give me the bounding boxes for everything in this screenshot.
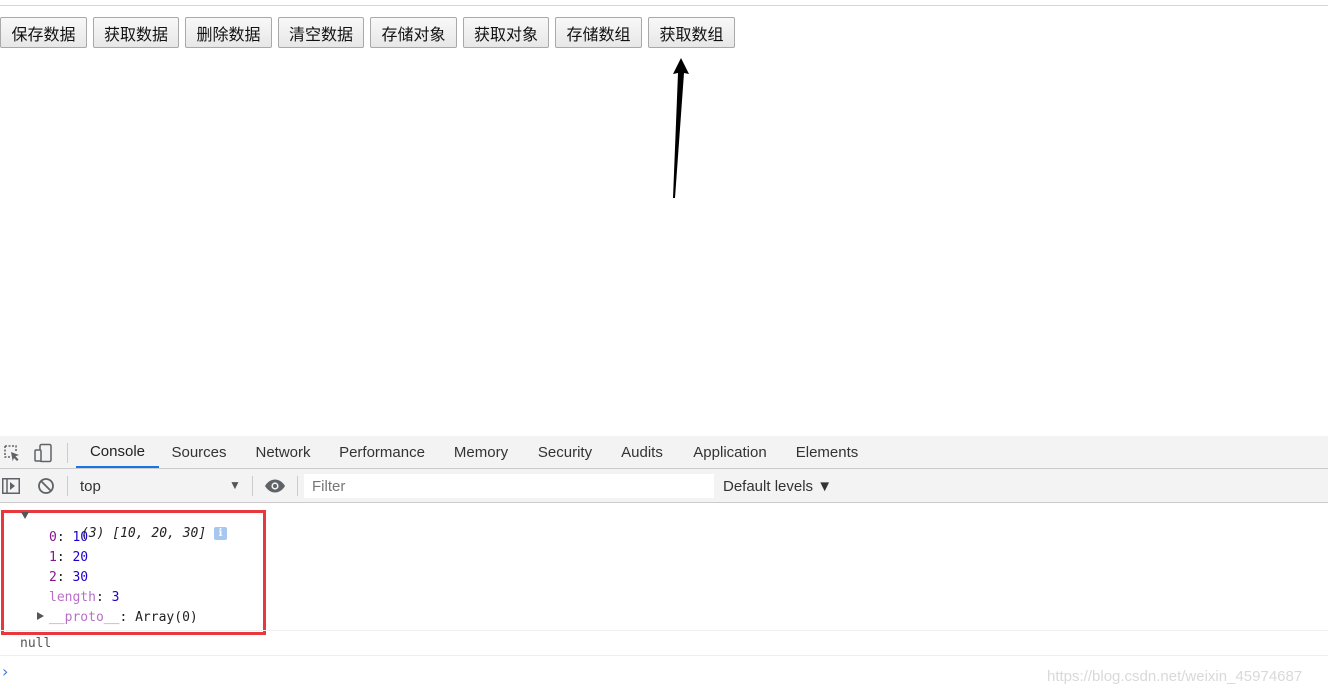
toolbar-separator bbox=[67, 476, 68, 496]
live-expression-eye-icon[interactable] bbox=[263, 476, 287, 496]
entry-key: 2 bbox=[49, 570, 57, 585]
annotation-arrow-icon bbox=[673, 58, 689, 198]
get-array-button[interactable]: 获取数组 bbox=[648, 17, 735, 48]
entry-key: 0 bbox=[49, 530, 57, 545]
array-entry-row: 2: 30 bbox=[49, 570, 89, 585]
store-array-button[interactable]: 存储数组 bbox=[555, 17, 642, 48]
tab-elements[interactable]: Elements bbox=[788, 436, 866, 468]
array-entry-row: 0: 10 bbox=[49, 530, 89, 545]
console-toolbar: top ▼ Default levels ▼ bbox=[0, 469, 1328, 503]
context-caret-icon[interactable]: ▼ bbox=[229, 478, 241, 492]
watermark-text: https://blog.csdn.net/weixin_45974687 bbox=[1047, 668, 1303, 685]
length-key: length bbox=[49, 590, 96, 605]
log-divider bbox=[0, 655, 1328, 656]
proto-key: __proto__ bbox=[49, 610, 120, 625]
top-divider bbox=[0, 5, 1328, 6]
tab-console[interactable]: Console bbox=[76, 436, 159, 468]
get-object-button[interactable]: 获取对象 bbox=[463, 17, 549, 48]
store-object-button[interactable]: 存储对象 bbox=[370, 17, 457, 48]
console-prompt-icon[interactable]: › bbox=[2, 662, 8, 681]
info-badge-icon[interactable]: i bbox=[214, 527, 228, 540]
device-toolbar-icon[interactable] bbox=[32, 442, 54, 464]
tab-audits[interactable]: Audits bbox=[612, 436, 672, 468]
tab-memory[interactable]: Memory bbox=[444, 436, 518, 468]
entry-value: 20 bbox=[72, 550, 89, 565]
null-log-line: null bbox=[20, 636, 52, 651]
clear-console-icon[interactable] bbox=[36, 476, 56, 496]
tab-performance[interactable]: Performance bbox=[332, 436, 432, 468]
collapse-array-icon[interactable] bbox=[21, 512, 29, 519]
toolbar-separator bbox=[297, 476, 298, 496]
toolbar-separator bbox=[252, 476, 253, 496]
clear-data-button[interactable]: 清空数据 bbox=[278, 17, 364, 48]
devtools-tabbar: Console Sources Network Performance Memo… bbox=[0, 436, 1328, 469]
tab-network[interactable]: Network bbox=[246, 436, 320, 468]
devtools-panel: Console Sources Network Performance Memo… bbox=[0, 436, 1328, 696]
array-summary-text: (3) [10, 20, 30] bbox=[80, 526, 207, 541]
length-value: 3 bbox=[111, 590, 120, 605]
entry-value: 10 bbox=[72, 530, 89, 545]
log-levels-dropdown[interactable]: Default levels ▼ bbox=[723, 475, 832, 497]
log-divider bbox=[0, 630, 1328, 631]
entry-key: 1 bbox=[49, 550, 57, 565]
array-entry-row: 1: 20 bbox=[49, 550, 89, 565]
tab-application[interactable]: Application bbox=[684, 436, 776, 468]
proto-value: Array(0) bbox=[135, 610, 198, 625]
array-proto-row[interactable]: __proto__: Array(0) bbox=[49, 610, 198, 626]
tab-security[interactable]: Security bbox=[530, 436, 600, 468]
context-selector[interactable]: top bbox=[76, 475, 248, 497]
tabbar-separator bbox=[67, 443, 68, 463]
save-data-button[interactable]: 保存数据 bbox=[0, 17, 87, 48]
entry-value: 30 bbox=[72, 570, 89, 585]
get-data-button[interactable]: 获取数据 bbox=[93, 17, 179, 48]
show-sidebar-icon[interactable] bbox=[1, 477, 21, 495]
tab-sources[interactable]: Sources bbox=[164, 436, 234, 468]
delete-data-button[interactable]: 删除数据 bbox=[185, 17, 272, 48]
console-filter-input[interactable] bbox=[304, 474, 714, 498]
inspect-element-icon[interactable] bbox=[2, 443, 22, 463]
array-length-row: length: 3 bbox=[49, 590, 120, 605]
expand-proto-icon[interactable] bbox=[37, 612, 44, 620]
